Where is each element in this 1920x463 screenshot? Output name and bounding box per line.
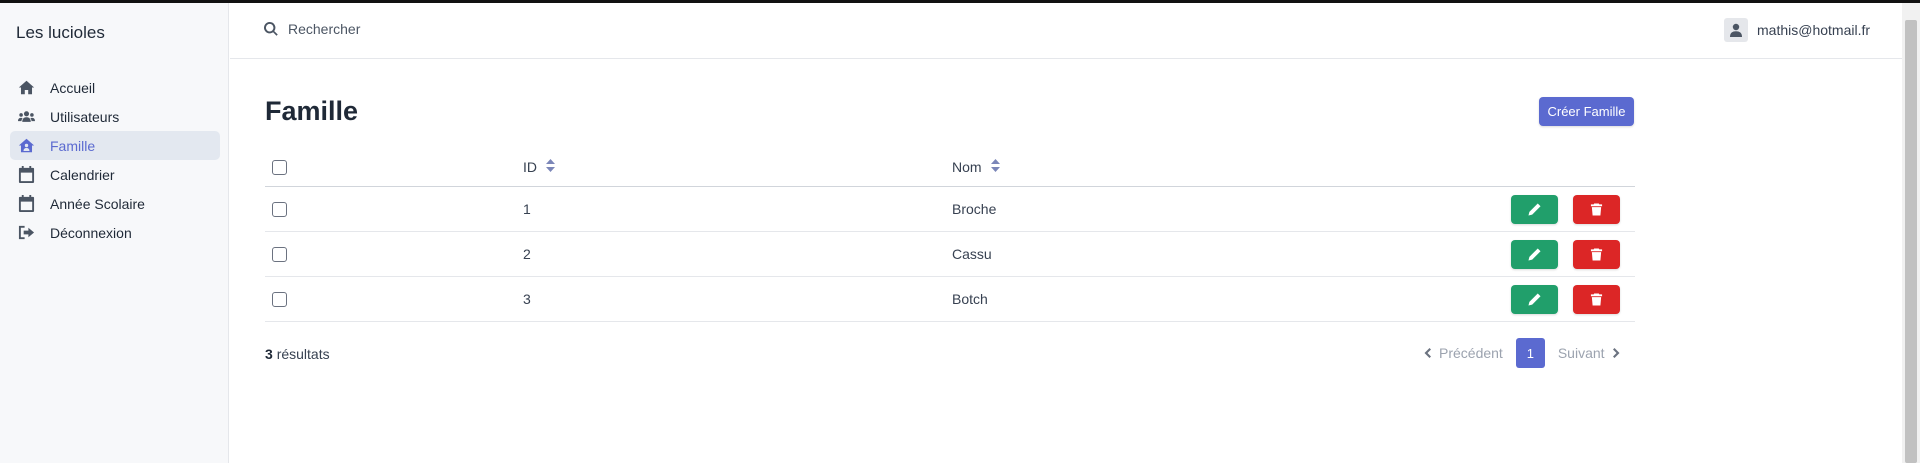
edit-button[interactable] xyxy=(1511,239,1558,269)
app-title: Les lucioles xyxy=(16,23,105,42)
home-icon xyxy=(16,79,36,97)
user-menu[interactable]: mathis@hotmail.fr xyxy=(1724,18,1870,42)
pencil-icon xyxy=(1528,292,1541,306)
column-header-id[interactable]: ID xyxy=(523,148,555,186)
sort-icon xyxy=(982,159,1000,175)
chevron-left-icon xyxy=(1424,348,1431,358)
table-row: 2 Cassu xyxy=(265,232,1635,277)
sidebar: Les lucioles Accueil Utilisateurs Famill… xyxy=(0,3,229,463)
topbar: mathis@hotmail.fr xyxy=(230,3,1902,59)
famille-table: ID Nom 1 Broche 2 Cassu 3 Botch xyxy=(265,148,1635,322)
column-header-nom[interactable]: Nom xyxy=(952,148,1000,186)
sidebar-item-famille[interactable]: Famille xyxy=(10,131,220,160)
sidebar-item-label: Accueil xyxy=(50,79,96,96)
table-row: 3 Botch xyxy=(265,277,1635,322)
pencil-icon xyxy=(1528,202,1541,216)
sidebar-item-label: Utilisateurs xyxy=(50,108,120,125)
users-icon xyxy=(16,108,36,126)
sidebar-nav: Accueil Utilisateurs Famille Calendrier … xyxy=(10,73,220,247)
sidebar-item-label: Année Scolaire xyxy=(50,195,145,212)
page-title: Famille xyxy=(265,96,359,126)
delete-button[interactable] xyxy=(1573,194,1620,224)
sidebar-item-accueil[interactable]: Accueil xyxy=(10,73,220,102)
results-label: résultats xyxy=(276,346,330,362)
sidebar-item-calendrier[interactable]: Calendrier xyxy=(10,160,220,189)
cell-nom: Broche xyxy=(952,201,997,217)
page-number-button[interactable]: 1 xyxy=(1515,338,1545,368)
scrollbar-thumb[interactable] xyxy=(1905,20,1917,463)
cell-id: 2 xyxy=(523,246,531,262)
sidebar-item-annee-scolaire[interactable]: Année Scolaire xyxy=(10,189,220,218)
row-checkbox[interactable] xyxy=(272,246,287,262)
table-header: ID Nom xyxy=(265,148,1635,187)
cell-nom: Botch xyxy=(952,291,988,307)
pagination: Précédent 1 Suivant xyxy=(1424,338,1620,368)
avatar xyxy=(1724,18,1748,42)
trash-icon xyxy=(1590,247,1603,261)
sort-icon xyxy=(537,159,555,175)
sidebar-item-deconnexion[interactable]: Déconnexion xyxy=(10,218,220,247)
next-page-button[interactable]: Suivant xyxy=(1558,345,1620,361)
calendar-icon xyxy=(16,166,36,184)
user-email: mathis@hotmail.fr xyxy=(1757,22,1871,38)
delete-button[interactable] xyxy=(1573,239,1620,269)
edit-button[interactable] xyxy=(1511,284,1558,314)
house-user-icon xyxy=(16,137,36,155)
cell-id: 1 xyxy=(523,201,531,217)
previous-page-button[interactable]: Précédent xyxy=(1424,345,1503,361)
table-row: 1 Broche xyxy=(265,187,1635,232)
sign-out-icon xyxy=(16,224,36,242)
trash-icon xyxy=(1590,292,1603,306)
select-all-checkbox[interactable] xyxy=(272,159,287,175)
trash-icon xyxy=(1590,202,1603,216)
cell-nom: Cassu xyxy=(952,246,992,262)
delete-button[interactable] xyxy=(1573,284,1620,314)
sidebar-item-utilisateurs[interactable]: Utilisateurs xyxy=(10,102,220,131)
edit-button[interactable] xyxy=(1511,194,1558,224)
sidebar-item-label: Calendrier xyxy=(50,166,115,183)
user-icon xyxy=(1730,23,1742,37)
search-box xyxy=(264,21,588,37)
chevron-right-icon xyxy=(1612,348,1620,358)
calendar-icon xyxy=(16,195,36,213)
create-famille-button[interactable]: Créer Famille xyxy=(1539,97,1634,126)
row-checkbox[interactable] xyxy=(272,201,287,217)
pencil-icon xyxy=(1528,247,1541,261)
row-checkbox[interactable] xyxy=(272,291,287,307)
page-scrollbar[interactable] xyxy=(1902,3,1920,463)
sidebar-item-label: Déconnexion xyxy=(50,224,132,241)
cell-id: 3 xyxy=(523,291,531,307)
results-number: 3 xyxy=(265,346,273,362)
sidebar-item-label: Famille xyxy=(50,137,96,154)
results-count: 3 résultats xyxy=(265,346,330,362)
search-input[interactable] xyxy=(288,21,588,37)
search-icon xyxy=(264,22,278,36)
